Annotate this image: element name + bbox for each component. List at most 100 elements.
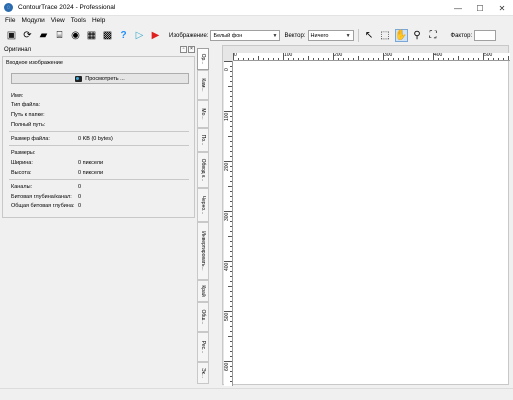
ruler-tick	[308, 56, 309, 60]
tab-label: По...	[200, 134, 206, 146]
close-button[interactable]: ✕	[491, 0, 513, 16]
maximize-button[interactable]: ☐	[469, 0, 491, 16]
tab-outline[interactable]: Обвод к...	[197, 152, 209, 188]
ruler-tick	[230, 76, 232, 77]
ruler-tick	[313, 58, 314, 60]
tab-export[interactable]: Эк...	[197, 362, 209, 384]
menu-modules[interactable]: Модули	[18, 17, 47, 24]
ruler-tick	[228, 286, 232, 287]
tab-invert[interactable]: Инвертировать...	[197, 222, 209, 280]
ruler-tick	[478, 58, 479, 60]
camera-icon	[75, 75, 83, 82]
ruler-tick	[230, 126, 232, 127]
help-icon[interactable]: ?	[117, 29, 130, 42]
image-label: Изображение:	[169, 32, 209, 39]
ruler-tick	[393, 58, 394, 60]
select-region-icon[interactable]: ⬚	[379, 29, 392, 42]
vector-select-value: Ничего	[310, 32, 329, 39]
ruler-tick	[293, 58, 294, 60]
factor-input[interactable]	[474, 30, 497, 41]
ruler-tick	[278, 58, 279, 60]
ruler-tick	[230, 216, 232, 217]
pointer-icon[interactable]: ↖	[363, 29, 376, 42]
image-select-value: Белый фон	[213, 32, 243, 39]
ruler-tick	[224, 211, 232, 212]
close-panel-icon[interactable]: ×	[188, 46, 195, 53]
minimize-button[interactable]: —	[447, 0, 469, 16]
fit-screen-icon[interactable]: ⛶	[427, 29, 440, 42]
ruler-tick	[228, 336, 232, 337]
ruler-tick	[230, 96, 232, 97]
vertical-tab-strip: Ор... Кам... Мо... По... Обвод к... Черн…	[197, 45, 209, 385]
target-icon[interactable]: ◉	[69, 29, 82, 42]
vector-select[interactable]: Ничего ▼	[307, 30, 354, 41]
folder-open-icon[interactable]: ▰	[37, 29, 50, 42]
ruler-tick	[230, 166, 232, 167]
play-circle-icon[interactable]: ▷	[133, 29, 146, 42]
menu-view[interactable]: View	[48, 17, 68, 24]
ruler-tick	[230, 316, 232, 317]
tab-camera[interactable]: Кам...	[197, 70, 209, 100]
tab-edge[interactable]: Край	[197, 280, 209, 302]
camera-open-icon[interactable]: ▣	[5, 29, 18, 42]
original-panel: Оригинал ▫ × Входное изображение Просмот…	[2, 45, 197, 218]
hand-icon[interactable]: ✋	[394, 29, 408, 42]
total-bit-depth-label: Общая битовая глубина:	[11, 203, 75, 209]
ruler-tick	[230, 226, 232, 227]
ruler-tick	[230, 106, 232, 107]
tab-label: Край	[200, 285, 206, 297]
ruler-tick	[443, 58, 444, 60]
height-label: Высота:	[11, 170, 32, 176]
image-select[interactable]: Белый фон ▼	[210, 30, 281, 41]
ruler-tick	[368, 58, 369, 60]
ruler-tick	[283, 53, 284, 60]
chevron-down-icon: ▼	[272, 33, 278, 39]
ruler-tick	[253, 58, 254, 60]
ruler-tick	[230, 196, 232, 197]
ruler-tick	[398, 58, 399, 60]
ruler-tick	[230, 221, 232, 222]
menu-help[interactable]: Help	[89, 17, 108, 24]
ruler-tick	[373, 58, 374, 60]
tab-label: Обвод к...	[200, 158, 206, 182]
pattern-icon[interactable]: ▩	[101, 29, 114, 42]
tab-resize[interactable]: Рес...	[197, 332, 209, 362]
divider	[9, 131, 189, 132]
toolbar: ▣ ⟳ ▰ ⌸ ◉ ▦ ▩ ? ▷ ▶ Изображение: Белый ф…	[0, 26, 513, 45]
ruler-tick	[358, 56, 359, 60]
window-controls: — ☐ ✕	[447, 0, 513, 16]
refresh-icon[interactable]: ⟳	[21, 29, 34, 42]
pin-icon[interactable]: ▫	[180, 46, 187, 53]
ruler-tick	[230, 66, 232, 67]
scan-icon[interactable]: ⌸	[53, 29, 66, 42]
tab-black-white[interactable]: Черно...	[197, 188, 209, 222]
total-bit-depth-value: 0	[78, 203, 82, 209]
full-path-label: Полный путь:	[11, 122, 46, 128]
preview-button[interactable]: Просмотреть ...	[11, 73, 189, 84]
ruler-tick	[493, 58, 494, 60]
toolbar-separator	[357, 29, 359, 42]
dimensions-label: Размеры:	[11, 150, 36, 156]
panel-title: Оригинал	[4, 47, 32, 53]
bit-depth-channel-label: Битовая глубина/канал:	[11, 194, 72, 200]
tab-original[interactable]: Ор...	[197, 48, 209, 70]
drawing-canvas[interactable]	[233, 61, 508, 384]
menu-tools[interactable]: Tools	[68, 17, 89, 24]
ruler-tick	[230, 341, 232, 342]
vertical-ruler: 0 100 200 300 400 500 600	[224, 61, 233, 386]
zoom-icon[interactable]: ⚲	[411, 29, 424, 42]
ruler-tick	[230, 231, 232, 232]
ruler-tick	[230, 326, 232, 327]
ruler-tick	[403, 58, 404, 60]
chevron-down-icon: ▼	[345, 33, 351, 39]
tab-threshold[interactable]: По...	[197, 128, 209, 152]
menu-file[interactable]: File	[2, 17, 18, 24]
name-label: Имя:	[11, 93, 24, 99]
tab-general[interactable]: Обш...	[197, 302, 209, 332]
ruler-tick	[230, 281, 232, 282]
tab-modules[interactable]: Мо...	[197, 100, 209, 128]
grid-icon[interactable]: ▦	[85, 29, 98, 42]
youtube-icon[interactable]: ▶	[149, 29, 162, 42]
file-size-value: 0 KB (0 bytes)	[78, 136, 113, 142]
ruler-tick	[303, 58, 304, 60]
